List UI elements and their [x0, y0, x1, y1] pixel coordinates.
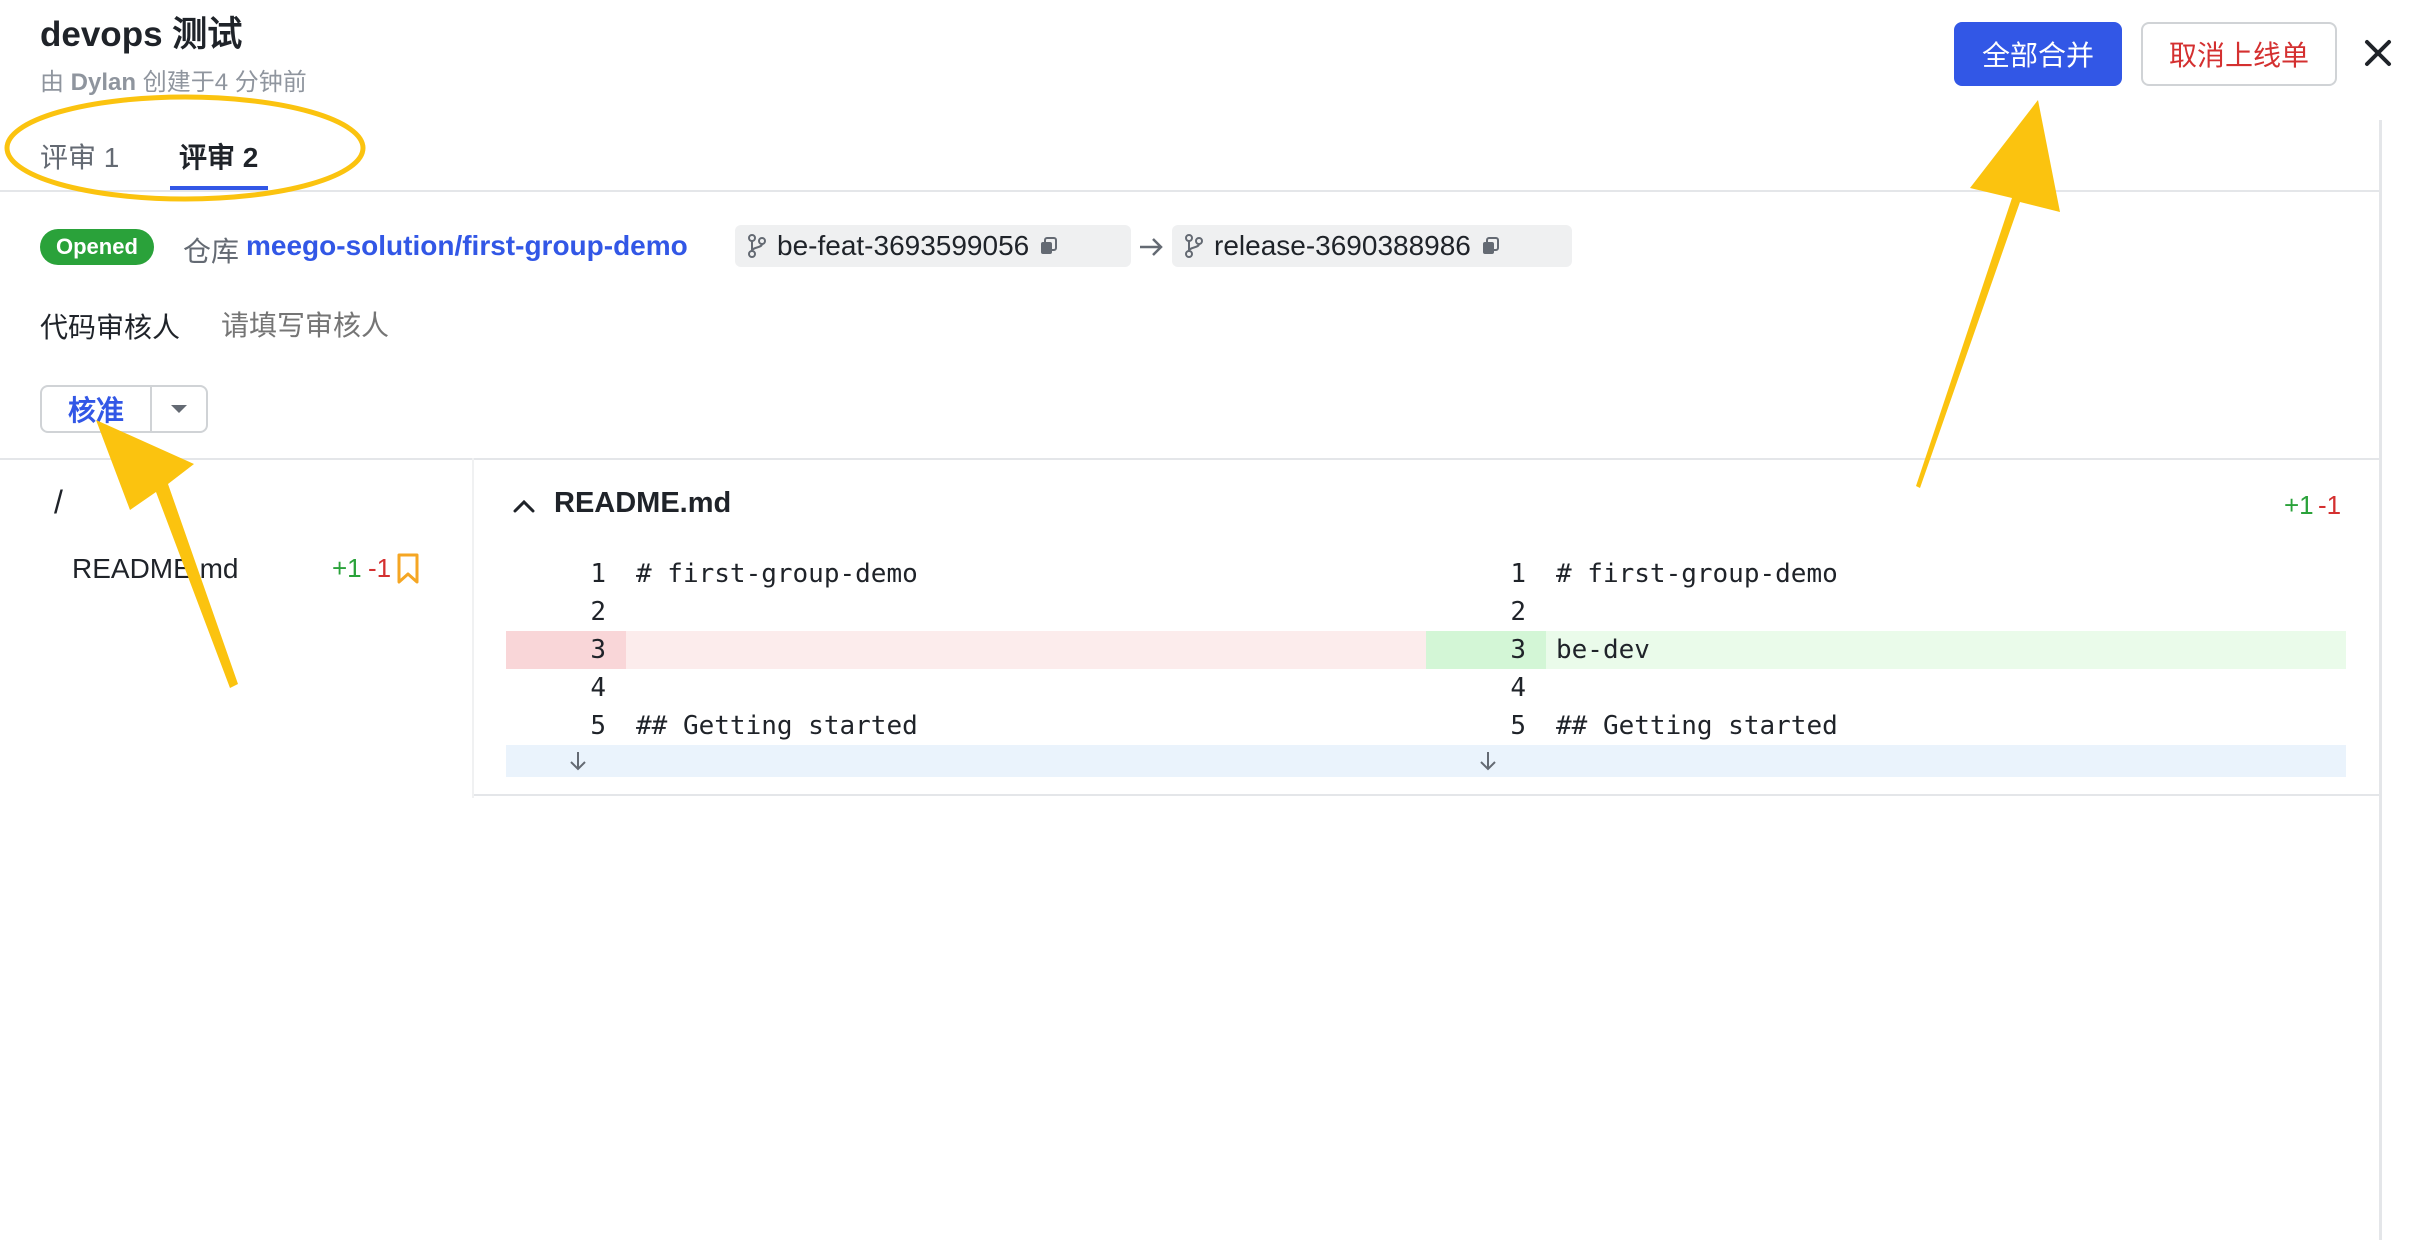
line-number: 1 [590, 559, 606, 589]
diff-file-name: README.md [554, 487, 732, 519]
annotation-arrow-icon [96, 420, 238, 688]
chevron-up-icon[interactable] [510, 492, 538, 520]
diff-additions: +1 [2284, 490, 2314, 520]
diff-deletions: -1 [2318, 490, 2342, 520]
page-title: devops 测试 [40, 15, 243, 54]
copy-icon[interactable] [1039, 236, 1059, 256]
reviewer-input[interactable] [221, 310, 521, 342]
diff-row-changed: 3 3 be-dev [506, 631, 2346, 669]
line-number: 4 [590, 673, 606, 703]
line-number: 4 [1510, 673, 1526, 703]
line-number: 5 [590, 711, 606, 741]
copy-icon[interactable] [1481, 236, 1501, 256]
annotation-ellipse [4, 94, 366, 202]
diff-row: 1 # first-group-demo 1 # first-group-demo [506, 555, 2346, 593]
branch-icon [1185, 234, 1203, 258]
file-tree-additions: +1 [332, 553, 362, 583]
caret-down-icon [171, 405, 187, 413]
status-badge: Opened [40, 229, 154, 265]
expand-down-icon[interactable] [566, 749, 590, 773]
diff-view: 1 # first-group-demo 1 # first-group-demo … [506, 555, 2346, 777]
source-branch-name: be-feat-3693599056 [777, 230, 1030, 261]
merge-all-button[interactable]: 全部合并 [1954, 22, 2122, 86]
expand-row[interactable] [506, 745, 2346, 777]
diff-row: 5 ## Getting started 5 ## Getting started [506, 707, 2346, 745]
source-branch-chip[interactable]: be-feat-3693599056 [735, 225, 1131, 267]
target-branch-chip[interactable]: release-3690388986 [1172, 225, 1572, 267]
close-icon[interactable] [2355, 30, 2401, 76]
line-number-added: 3 [1426, 631, 1546, 669]
line-number: 1 [1510, 559, 1526, 589]
branch-icon [748, 234, 766, 258]
code-line: ## Getting started [636, 711, 918, 741]
line-number: 5 [1510, 711, 1526, 741]
annotation-arrow-icon [1916, 100, 2060, 488]
repo-link[interactable]: meego-solution/first-group-demo [246, 230, 688, 262]
cancel-release-button[interactable]: 取消上线单 [2141, 22, 2337, 86]
panel-divider [472, 458, 474, 798]
diff-row: 2 2 [506, 593, 2346, 631]
code-line: ## Getting started [1556, 711, 1838, 741]
line-number-deleted: 3 [506, 631, 626, 669]
target-branch-name: release-3690388986 [1214, 230, 1471, 261]
code-line-added: be-dev [1556, 635, 1650, 665]
arrow-right-icon [1140, 238, 1163, 256]
line-number: 2 [590, 597, 606, 627]
diff-bottom-divider [474, 794, 2380, 796]
file-tree-root[interactable]: / [54, 484, 63, 521]
reviewer-label: 代码审核人 [40, 312, 181, 343]
code-line: # first-group-demo [636, 559, 918, 589]
repo-label: 仓库 [183, 236, 240, 267]
scrollbar-track[interactable] [2379, 120, 2382, 1240]
diff-row: 4 4 [506, 669, 2346, 707]
code-line: # first-group-demo [1556, 559, 1838, 589]
file-tree-deletions: -1 [368, 553, 392, 583]
expand-down-icon[interactable] [1476, 749, 1500, 773]
bookmark-icon[interactable] [396, 553, 420, 585]
line-number: 2 [1510, 597, 1526, 627]
